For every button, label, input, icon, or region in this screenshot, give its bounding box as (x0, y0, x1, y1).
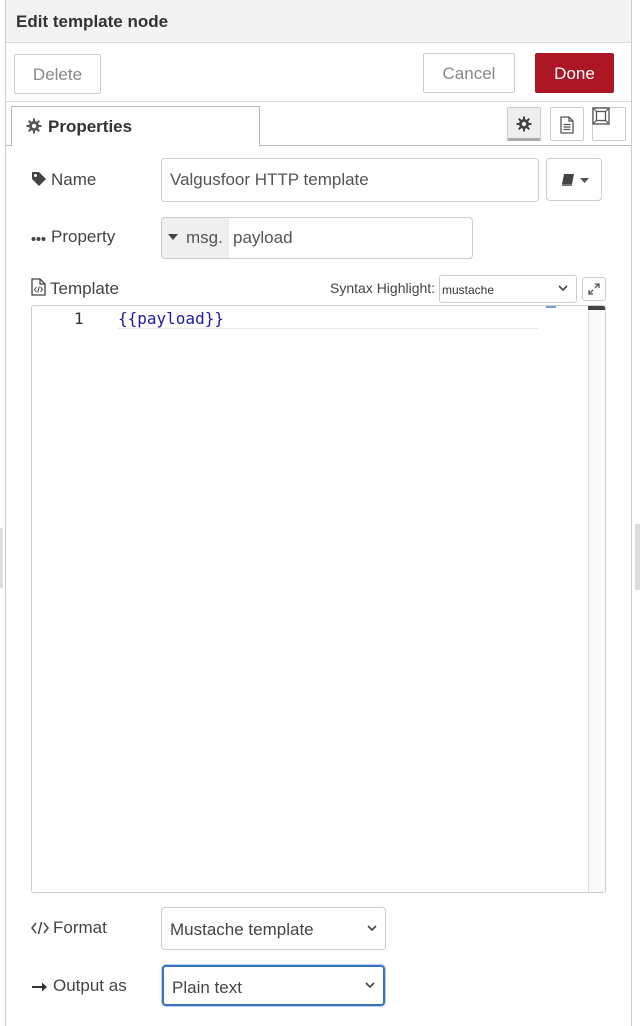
tab-description[interactable] (550, 107, 584, 141)
output-label: Output as (31, 976, 127, 996)
done-button[interactable]: Done (535, 53, 614, 93)
format-label: Format (31, 918, 107, 938)
left-resize-handle[interactable] (0, 528, 3, 588)
chevron-down-icon (558, 285, 568, 292)
tab-bar: Properties (6, 103, 631, 147)
output-select[interactable]: Plain text (162, 965, 385, 1006)
tab-properties-label: Properties (48, 117, 133, 136)
syntax-highlight-label: Syntax Highlight: (330, 280, 436, 296)
tab-settings[interactable] (507, 107, 541, 141)
chevron-down-icon (367, 924, 377, 931)
arrow-right-icon (32, 982, 47, 992)
library-button[interactable] (546, 158, 602, 201)
property-type-dropdown[interactable]: msg. (162, 218, 229, 258)
delete-button[interactable]: Delete (14, 54, 101, 94)
caret-down-icon (168, 234, 178, 240)
expand-icon (588, 283, 600, 295)
tab-appearance[interactable] (592, 107, 626, 141)
editor-cursor-marker (546, 306, 556, 308)
ellipsis-icon (31, 237, 46, 241)
right-resize-handle[interactable] (635, 524, 640, 590)
tray-toolbar: Delete Cancel Done (6, 44, 631, 102)
name-input[interactable] (161, 158, 539, 202)
tray-title: Edit template node (6, 0, 631, 43)
syntax-highlight-select[interactable]: mustache (439, 275, 577, 303)
editor-scrollbar-thumb[interactable] (588, 306, 605, 310)
edit-tray: Edit template node Delete Cancel Done Pr… (5, 0, 632, 1026)
editor-code-line[interactable]: {{payload}} (118, 309, 224, 328)
format-select[interactable]: Mustache template (161, 907, 386, 950)
template-label: Template (31, 278, 119, 299)
cancel-button[interactable]: Cancel (423, 53, 515, 93)
expand-editor-button[interactable] (582, 277, 606, 301)
editor-scrollbar[interactable] (588, 306, 605, 892)
property-typed-input: msg. payload (161, 217, 473, 259)
book-icon (562, 174, 574, 186)
code-icon (31, 921, 49, 935)
template-editor[interactable]: 1 {{payload}} (31, 305, 606, 893)
tag-icon (32, 172, 46, 186)
editor-line-number: 1 (74, 309, 84, 328)
property-label: Property (31, 227, 115, 247)
chevron-down-icon (365, 981, 375, 988)
chevron-down-icon (580, 178, 589, 183)
file-code-icon (31, 278, 46, 296)
gear-icon (26, 118, 42, 134)
property-value-input[interactable]: payload (233, 218, 293, 258)
tab-properties[interactable]: Properties (11, 106, 260, 147)
name-label: Name (31, 170, 96, 190)
